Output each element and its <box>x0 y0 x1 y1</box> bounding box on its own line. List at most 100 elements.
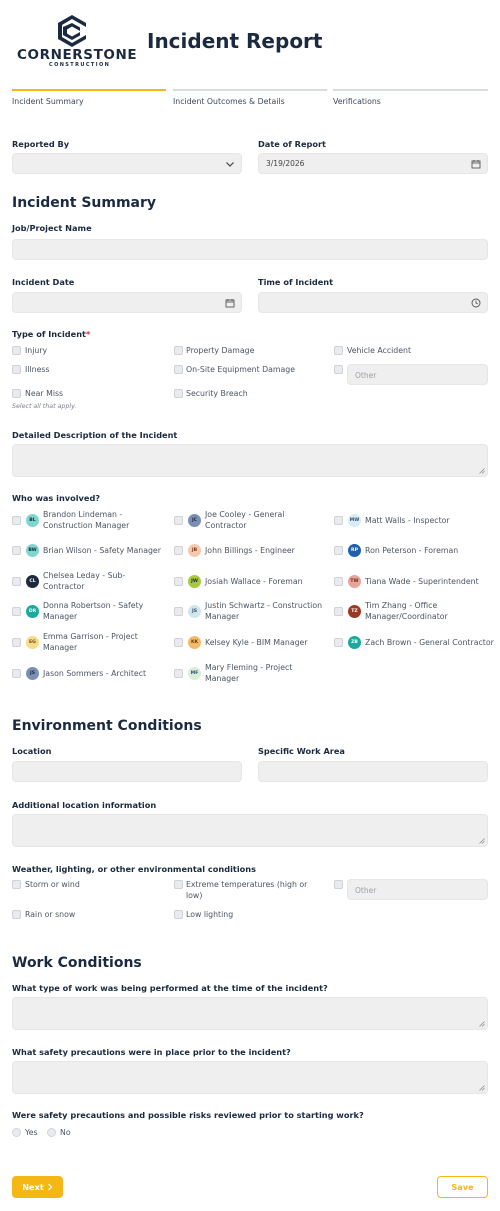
reported-by-select[interactable] <box>12 153 242 174</box>
checkbox-vehicle-accident-label: Vehicle Accident <box>347 346 412 355</box>
resize-grip-icon[interactable] <box>479 1021 485 1027</box>
avatar: BW <box>26 544 39 557</box>
checkbox-person[interactable] <box>12 546 21 555</box>
incident-summary-heading: Incident Summary <box>12 195 157 211</box>
checkbox-storm-wind[interactable] <box>12 880 21 889</box>
radio-no[interactable] <box>47 1128 56 1137</box>
calendar-icon[interactable] <box>225 298 235 308</box>
checkbox-other-incident[interactable] <box>334 365 343 374</box>
checkbox-person[interactable] <box>334 607 343 616</box>
checkbox-injury[interactable] <box>12 346 21 355</box>
checkbox-person[interactable] <box>174 516 183 525</box>
checkbox-illness-label: Illness <box>25 365 50 374</box>
person-name: Josiah Wallace - Foreman <box>205 577 303 586</box>
work-type-question: What type of work was being performed at… <box>12 983 328 993</box>
incident-date-input[interactable] <box>12 292 242 313</box>
checkbox-vehicle-accident[interactable] <box>334 346 343 355</box>
work-area-label: Specific Work Area <box>258 746 345 756</box>
work-type-textarea[interactable] <box>12 997 488 1030</box>
checkbox-person[interactable] <box>174 546 183 555</box>
logo-tagline: CONSTRUCTION <box>49 62 111 68</box>
checkbox-extreme-temps[interactable] <box>174 880 183 889</box>
checkbox-person[interactable] <box>12 607 21 616</box>
safety-precautions-question: What safety precautions were in place pr… <box>12 1047 291 1057</box>
person-name: Tim Zhang - Office Manager/Coordinator <box>365 601 448 621</box>
location-label: Location <box>12 746 52 756</box>
incident-report-page: CORNERSTONE CONSTRUCTION Incident Report… <box>0 0 500 1211</box>
checkbox-equipment-damage[interactable] <box>174 365 183 374</box>
who-involved-label: Who was involved? <box>12 493 101 503</box>
checkbox-rain-snow-label: Rain or snow <box>25 910 76 919</box>
checkbox-near-miss[interactable] <box>12 389 21 398</box>
checkbox-person[interactable] <box>12 669 21 678</box>
step-incident-summary[interactable]: Incident Summary <box>12 97 84 106</box>
person-name: Joe Cooley - General Contractor <box>205 510 285 530</box>
time-of-incident-input[interactable] <box>258 292 488 313</box>
checkbox-security-breach-label: Security Breach <box>186 389 248 398</box>
checkbox-property-damage[interactable] <box>174 346 183 355</box>
calendar-icon[interactable] <box>471 159 481 169</box>
checkbox-person[interactable] <box>334 516 343 525</box>
environment-heading: Environment Conditions <box>12 718 202 734</box>
reported-by-label: Reported By <box>12 139 70 149</box>
checkbox-person[interactable] <box>334 546 343 555</box>
work-area-input[interactable] <box>258 761 488 782</box>
avatar: DR <box>26 605 39 618</box>
radio-no-label: No <box>60 1128 71 1137</box>
checkbox-illness[interactable] <box>12 365 21 374</box>
other-weather-placeholder: Other <box>355 886 377 895</box>
person-name: Jason Sommers - Architect <box>43 669 147 678</box>
checkbox-extreme-temps-label: Extreme temperatures (high or low) <box>186 880 308 900</box>
job-project-name-label: Job/Project Name <box>12 223 92 233</box>
other-incident-input[interactable]: Other <box>347 364 488 385</box>
step-indicator-incident-summary <box>12 89 166 91</box>
checkbox-person[interactable] <box>174 607 183 616</box>
job-project-name-input[interactable] <box>12 239 488 260</box>
avatar: JS <box>26 667 39 680</box>
additional-location-textarea[interactable] <box>12 814 488 847</box>
checkbox-equipment-damage-label: On-Site Equipment Damage <box>186 365 296 374</box>
avatar: ZB <box>348 636 361 649</box>
resize-grip-icon[interactable] <box>479 1085 485 1091</box>
checkbox-person[interactable] <box>334 638 343 647</box>
person-name: Emma Garrison - Project Manager <box>43 632 138 652</box>
avatar: CL <box>26 575 39 588</box>
checkbox-other-weather[interactable] <box>334 880 343 889</box>
location-input[interactable] <box>12 761 242 782</box>
checkbox-person[interactable] <box>174 669 183 678</box>
step-incident-outcomes[interactable]: Incident Outcomes & Details <box>173 97 285 106</box>
other-weather-input[interactable]: Other <box>347 879 488 900</box>
save-button[interactable]: Save <box>437 1176 488 1198</box>
date-of-report-input[interactable]: 3/19/2026 <box>258 153 488 174</box>
avatar: JC <box>188 514 201 527</box>
step-indicator-outcomes <box>173 89 327 91</box>
radio-yes-label: Yes <box>25 1128 38 1137</box>
person-name: Tiana Wade - Superintendent <box>365 577 479 586</box>
checkbox-low-lighting-label: Low lighting <box>186 910 234 919</box>
checkbox-rain-snow[interactable] <box>12 910 21 919</box>
checkbox-person[interactable] <box>174 638 183 647</box>
checkbox-security-breach[interactable] <box>174 389 183 398</box>
checkbox-person[interactable] <box>174 577 183 586</box>
checkbox-person[interactable] <box>12 516 21 525</box>
date-of-report-value: 3/19/2026 <box>266 159 305 168</box>
avatar: TZ <box>348 605 361 618</box>
chevron-right-icon <box>47 1183 53 1191</box>
checkbox-person[interactable] <box>12 577 21 586</box>
date-of-report-label: Date of Report <box>258 139 326 149</box>
person-name: Brandon Lindeman - Construction Manager <box>43 510 130 530</box>
resize-grip-icon[interactable] <box>479 838 485 844</box>
safety-precautions-textarea[interactable] <box>12 1061 488 1094</box>
person-name: Justin Schwartz - Construction Manager <box>205 601 323 621</box>
checkbox-person[interactable] <box>334 577 343 586</box>
resize-grip-icon[interactable] <box>479 468 485 474</box>
checkbox-low-lighting[interactable] <box>174 910 183 919</box>
description-textarea[interactable] <box>12 444 488 477</box>
radio-yes[interactable] <box>12 1128 21 1137</box>
checkbox-person[interactable] <box>12 638 21 647</box>
description-label: Detailed Description of the Incident <box>12 430 178 440</box>
next-button[interactable]: Next <box>12 1176 63 1198</box>
person-name: Ron Peterson - Foreman <box>365 546 459 555</box>
clock-icon[interactable] <box>471 298 481 308</box>
step-verifications[interactable]: Verifications <box>333 97 381 106</box>
